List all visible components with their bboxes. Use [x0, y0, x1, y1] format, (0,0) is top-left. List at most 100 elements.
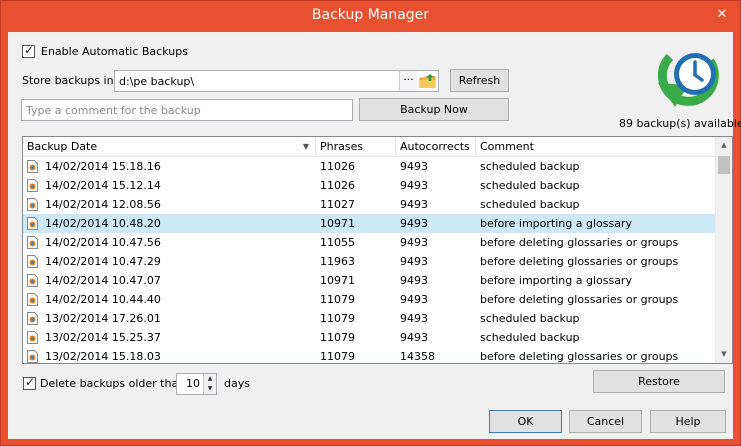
cell-backup-date: 14/02/2014 10.47.56 — [45, 236, 161, 249]
cell-comment: before deleting glossaries or groups — [480, 293, 679, 306]
cell-backup-date: 14/02/2014 15.18.16 — [45, 160, 161, 173]
cell-phrases: 10971 — [320, 217, 355, 230]
cell-autocorrects: 9493 — [400, 217, 428, 230]
cell-phrases: 11963 — [320, 255, 355, 268]
cell-backup-date: 14/02/2014 15.12.14 — [45, 179, 161, 192]
backup-file-icon — [27, 236, 38, 249]
table-row[interactable]: 14/02/2014 10.47.07 10971 9493 before impor… — [23, 271, 716, 290]
stepper-up-icon[interactable]: ▲ — [203, 374, 216, 384]
column-header-autocorrects[interactable]: Autocorrects — [396, 137, 476, 157]
backup-list[interactable]: Backup Date ▼ Phrases Autocorrects Comme… — [22, 136, 733, 364]
column-header-backup-date[interactable]: Backup Date ▼ — [23, 137, 316, 157]
cell-comment: scheduled backup — [480, 331, 580, 344]
cell-phrases: 11027 — [320, 198, 355, 211]
scroll-down-icon[interactable]: ▼ — [716, 346, 732, 363]
folder-icon — [419, 74, 436, 88]
grid-rows: 14/02/2014 15.18.16 11026 9493 scheduled ba… — [23, 157, 716, 363]
backup-file-icon — [27, 331, 38, 344]
backup-clock-logo-icon — [658, 53, 719, 107]
backup-manager-window: Backup Manager ✕ Enable Automatic Backup… — [0, 0, 741, 446]
table-row[interactable]: 13/02/2014 15.25.37 11079 9493 scheduled ba… — [23, 328, 716, 347]
grid-header: Backup Date ▼ Phrases Autocorrects Comme… — [23, 137, 716, 157]
enable-backups-label[interactable]: Enable Automatic Backups — [41, 45, 188, 58]
cell-comment: before deleting glossaries or groups — [480, 236, 679, 249]
cell-backup-date: 14/02/2014 10.47.07 — [45, 274, 161, 287]
open-folder-button[interactable] — [417, 71, 439, 91]
cell-autocorrects: 9493 — [400, 255, 428, 268]
backup-file-icon — [27, 255, 38, 268]
cell-phrases: 11079 — [320, 293, 355, 306]
sort-descending-icon: ▼ — [302, 142, 309, 151]
title-bar[interactable]: Backup Manager ✕ — [1, 1, 740, 32]
vertical-scrollbar[interactable]: ▲ ▼ — [715, 137, 732, 363]
table-row[interactable]: 14/02/2014 10.47.56 11055 9493 before delet… — [23, 233, 716, 252]
scroll-up-icon[interactable]: ▲ — [716, 137, 732, 154]
close-button[interactable]: ✕ — [709, 6, 735, 24]
cell-phrases: 11079 — [320, 331, 355, 344]
delete-old-checkbox[interactable] — [23, 375, 36, 390]
backup-file-icon — [27, 179, 38, 192]
cell-autocorrects: 9493 — [400, 331, 428, 344]
scrollbar-thumb[interactable] — [718, 156, 730, 174]
column-header-label: Backup Date — [27, 140, 98, 153]
backup-file-icon — [27, 293, 38, 306]
cell-comment: before importing a glossary — [480, 274, 632, 287]
column-header-phrases[interactable]: Phrases — [316, 137, 396, 157]
days-stepper[interactable]: 10 ▲ ▼ — [176, 373, 217, 395]
table-row[interactable]: 14/02/2014 10.44.40 11079 9493 before delet… — [23, 290, 716, 309]
days-label: days — [224, 377, 250, 390]
cell-backup-date: 13/02/2014 17.26.01 — [45, 312, 161, 325]
cell-comment: scheduled backup — [480, 179, 580, 192]
backup-file-icon — [27, 198, 38, 211]
table-row[interactable]: 14/02/2014 10.47.29 11963 9493 before delet… — [23, 252, 716, 271]
column-header-comment[interactable]: Comment — [476, 137, 716, 157]
store-path-field[interactable]: ··· — [114, 70, 439, 92]
cell-backup-date: 14/02/2014 10.44.40 — [45, 293, 161, 306]
cell-comment: scheduled backup — [480, 198, 580, 211]
table-row[interactable]: 13/02/2014 15.18.03 11079 14358 before dele… — [23, 347, 716, 363]
comment-field[interactable] — [21, 99, 353, 121]
cell-phrases: 11055 — [320, 236, 355, 249]
cell-autocorrects: 9493 — [400, 274, 428, 287]
backup-file-icon — [27, 312, 38, 325]
table-row[interactable]: 14/02/2014 12.08.56 11027 9493 scheduled ba… — [23, 195, 716, 214]
cell-backup-date: 13/02/2014 15.18.03 — [45, 350, 161, 363]
cell-autocorrects: 9493 — [400, 198, 428, 211]
table-row[interactable]: 14/02/2014 10.48.20 10971 9493 before impor… — [23, 214, 716, 233]
stepper-down-icon[interactable]: ▼ — [203, 384, 216, 394]
comment-input[interactable] — [22, 100, 352, 120]
store-backups-label: Store backups in: — [22, 74, 118, 87]
ok-button[interactable]: OK — [489, 410, 562, 433]
delete-old-label[interactable]: Delete backups older than: — [40, 377, 189, 390]
backup-file-icon — [27, 350, 38, 363]
cell-comment: scheduled backup — [480, 312, 580, 325]
cancel-button[interactable]: Cancel — [569, 410, 642, 433]
cell-comment: scheduled backup — [480, 160, 580, 173]
cell-backup-date: 14/02/2014 10.47.29 — [45, 255, 161, 268]
backup-now-button[interactable]: Backup Now — [359, 98, 509, 121]
cell-phrases: 11026 — [320, 160, 355, 173]
days-value[interactable]: 10 — [177, 374, 203, 394]
table-row[interactable]: 14/02/2014 15.18.16 11026 9493 scheduled ba… — [23, 157, 716, 176]
table-row[interactable]: 14/02/2014 15.12.14 11026 9493 scheduled ba… — [23, 176, 716, 195]
table-row[interactable]: 13/02/2014 17.26.01 11079 9493 scheduled ba… — [23, 309, 716, 328]
enable-backups-checkbox[interactable] — [22, 43, 35, 58]
store-path-input[interactable] — [115, 71, 395, 91]
browse-button[interactable]: ··· — [399, 71, 417, 91]
cell-autocorrects: 9493 — [400, 293, 428, 306]
backup-file-icon — [27, 160, 38, 173]
cell-comment: before deleting glossaries or groups — [480, 255, 679, 268]
cell-backup-date: 14/02/2014 12.08.56 — [45, 198, 161, 211]
cell-autocorrects: 9493 — [400, 312, 428, 325]
cell-phrases: 10971 — [320, 274, 355, 287]
backup-count-label: 89 backup(s) available — [619, 117, 741, 130]
cell-autocorrects: 9493 — [400, 160, 428, 173]
restore-button[interactable]: Restore — [593, 370, 725, 393]
cell-autocorrects: 14358 — [400, 350, 435, 363]
cell-autocorrects: 9493 — [400, 179, 428, 192]
help-button[interactable]: Help — [650, 410, 726, 433]
cell-phrases: 11026 — [320, 179, 355, 192]
cell-backup-date: 13/02/2014 15.25.37 — [45, 331, 161, 344]
cell-autocorrects: 9493 — [400, 236, 428, 249]
refresh-button[interactable]: Refresh — [450, 69, 509, 92]
